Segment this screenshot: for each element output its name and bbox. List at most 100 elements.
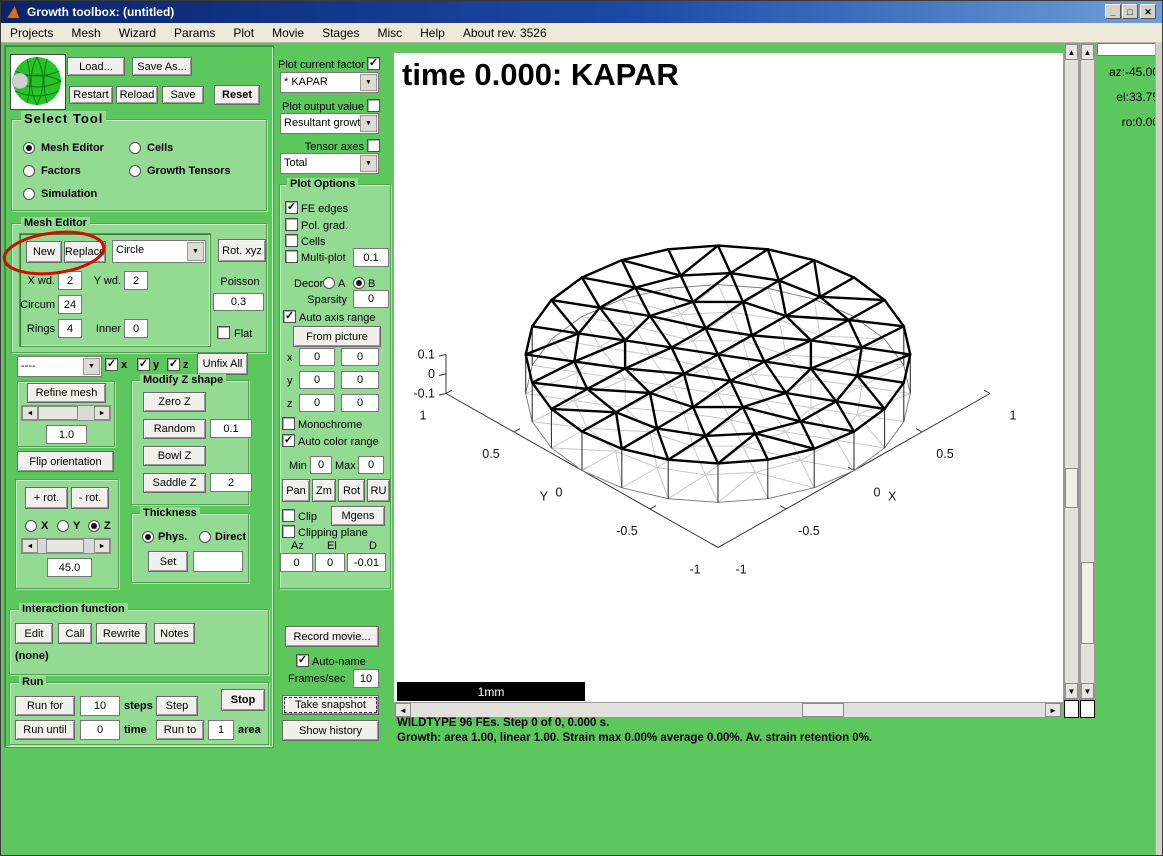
- slider-left-icon[interactable]: ◄: [22, 406, 38, 420]
- save-button[interactable]: Save: [162, 86, 204, 104]
- run-for-steps-field[interactable]: 10: [80, 696, 120, 716]
- clip-el-field[interactable]: 0: [315, 553, 345, 572]
- menu-help[interactable]: Help: [411, 26, 454, 40]
- rotate-button[interactable]: Rot: [338, 479, 365, 502]
- edit-button[interactable]: Edit: [15, 623, 53, 644]
- auto-color-range-checkbox[interactable]: ✓: [282, 434, 295, 447]
- rot-axis-x-radio[interactable]: [25, 520, 37, 532]
- flat-checkbox[interactable]: [217, 326, 230, 339]
- monochrome-checkbox[interactable]: [282, 417, 295, 430]
- axis-x-field-2[interactable]: 0: [341, 348, 379, 366]
- output-dropdown[interactable]: Resultant growth... ▼: [280, 113, 379, 134]
- save-as-button[interactable]: Save As...: [132, 57, 192, 76]
- replace-button[interactable]: Replace: [64, 241, 106, 263]
- radio-cells[interactable]: [129, 142, 141, 154]
- sparsity-field[interactable]: 0: [353, 290, 389, 308]
- minimize-button[interactable]: _: [1105, 4, 1121, 19]
- restart-button[interactable]: Restart: [69, 86, 113, 104]
- axis-y-field-2[interactable]: 0: [341, 371, 379, 389]
- load-button[interactable]: Load...: [67, 57, 125, 76]
- decor-a-radio[interactable]: [323, 277, 335, 289]
- mesh-3d-plot[interactable]: -1-0.500.51-1-0.500.510.10-0.1XY: [394, 53, 1063, 702]
- factor-dropdown[interactable]: * KAPAR ▼: [280, 72, 379, 93]
- saddle-z-button[interactable]: Saddle Z: [143, 473, 206, 493]
- slider-left-icon[interactable]: ◄: [22, 539, 38, 553]
- rotation-slider-thumb[interactable]: [46, 539, 84, 553]
- scroll-up-icon[interactable]: ▲: [1065, 44, 1078, 60]
- pan-button[interactable]: Pan: [282, 479, 310, 502]
- step-button[interactable]: Step: [156, 696, 198, 716]
- scrollbar-thumb[interactable]: [1065, 468, 1078, 508]
- rewrite-button[interactable]: Rewrite: [96, 623, 147, 644]
- rot-axis-z-radio[interactable]: [88, 520, 100, 532]
- rot-axis-y-radio[interactable]: [57, 520, 69, 532]
- tensor-dropdown[interactable]: Total ▼: [280, 153, 379, 174]
- random-button[interactable]: Random: [143, 419, 206, 439]
- scroll-left-icon[interactable]: ◄: [395, 703, 411, 717]
- corner-box-2[interactable]: [1080, 700, 1095, 718]
- plus-rot-button[interactable]: + rot.: [25, 487, 68, 509]
- menu-params[interactable]: Params: [165, 26, 224, 40]
- vertical-scrollbar-2[interactable]: ▲ ▼: [1080, 43, 1095, 700]
- clip-az-field[interactable]: 0: [280, 553, 313, 572]
- ru-button[interactable]: RU: [367, 479, 390, 502]
- slider-right-icon[interactable]: ►: [94, 539, 110, 553]
- fix-dropdown[interactable]: ---- ▼: [17, 356, 102, 377]
- multi-plot-field[interactable]: 0.1: [353, 248, 389, 267]
- thickness-value-field[interactable]: [193, 551, 243, 572]
- reload-button[interactable]: Reload: [116, 86, 158, 104]
- x-wd-field[interactable]: 2: [58, 271, 82, 290]
- from-picture-button[interactable]: From picture: [293, 326, 381, 347]
- refine-mesh-button[interactable]: Refine mesh: [27, 383, 106, 403]
- scrollbar-thumb[interactable]: [1081, 562, 1094, 644]
- multi-plot-checkbox[interactable]: [285, 250, 298, 263]
- horizontal-scrollbar[interactable]: ◄ ►: [394, 702, 1062, 718]
- radio-simulation[interactable]: [23, 188, 35, 200]
- fix-y-checkbox[interactable]: ✓: [137, 358, 150, 371]
- menu-about-rev[interactable]: About rev. 3526: [454, 26, 556, 40]
- scrollbar-thumb[interactable]: [802, 703, 844, 717]
- thickness-set-button[interactable]: Set: [148, 551, 188, 572]
- plot-output-value-checkbox[interactable]: [367, 99, 380, 112]
- plot-current-factor-checkbox[interactable]: ✓: [367, 57, 380, 70]
- scroll-right-icon[interactable]: ►: [1045, 703, 1061, 717]
- run-until-time-field[interactable]: 0: [80, 720, 120, 740]
- tensor-axes-checkbox[interactable]: [367, 139, 380, 152]
- chevron-down-icon[interactable]: ▼: [360, 115, 377, 132]
- axis-y-field-1[interactable]: 0: [299, 371, 335, 389]
- refine-slider-thumb[interactable]: [38, 406, 78, 420]
- minus-rot-button[interactable]: - rot.: [71, 487, 109, 509]
- mgens-button[interactable]: Mgens: [331, 506, 385, 526]
- radio-mesh-editor[interactable]: [23, 142, 35, 154]
- thickness-phys-radio[interactable]: [142, 531, 154, 543]
- scroll-up-icon[interactable]: ▲: [1081, 44, 1094, 60]
- rotation-readout-field[interactable]: [1097, 43, 1161, 56]
- rings-field[interactable]: 4: [58, 319, 82, 338]
- fix-z-checkbox[interactable]: ✓: [167, 358, 180, 371]
- stop-button[interactable]: Stop: [221, 689, 265, 711]
- chevron-down-icon[interactable]: ▼: [360, 74, 377, 91]
- slider-right-icon[interactable]: ►: [94, 406, 110, 420]
- axis-x-field-1[interactable]: 0: [299, 348, 335, 366]
- poisson-field[interactable]: 0.3: [213, 293, 264, 311]
- record-movie-button[interactable]: Record movie...: [285, 626, 379, 647]
- chevron-down-icon[interactable]: ▼: [83, 358, 100, 375]
- show-history-button[interactable]: Show history: [282, 720, 379, 741]
- inner-field[interactable]: 0: [124, 319, 148, 338]
- bowl-z-button[interactable]: Bowl Z: [143, 446, 206, 466]
- rot-xyz-button[interactable]: Rot. xyz: [218, 239, 266, 262]
- corner-box-1[interactable]: [1064, 700, 1079, 718]
- menu-wizard[interactable]: Wizard: [110, 26, 165, 40]
- menu-plot[interactable]: Plot: [224, 26, 263, 40]
- unfix-all-button[interactable]: Unfix All: [197, 353, 248, 375]
- cells-checkbox[interactable]: [285, 234, 298, 247]
- refine-value-field[interactable]: 1.0: [46, 425, 87, 444]
- menu-stages[interactable]: Stages: [313, 26, 368, 40]
- zero-z-button[interactable]: Zero Z: [143, 392, 206, 412]
- circum-field[interactable]: 24: [58, 295, 82, 314]
- decor-b-radio[interactable]: [353, 277, 365, 289]
- scroll-down-icon[interactable]: ▼: [1081, 683, 1094, 699]
- menu-misc[interactable]: Misc: [368, 26, 411, 40]
- close-button[interactable]: ✕: [1140, 4, 1156, 19]
- reset-button[interactable]: Reset: [214, 85, 260, 105]
